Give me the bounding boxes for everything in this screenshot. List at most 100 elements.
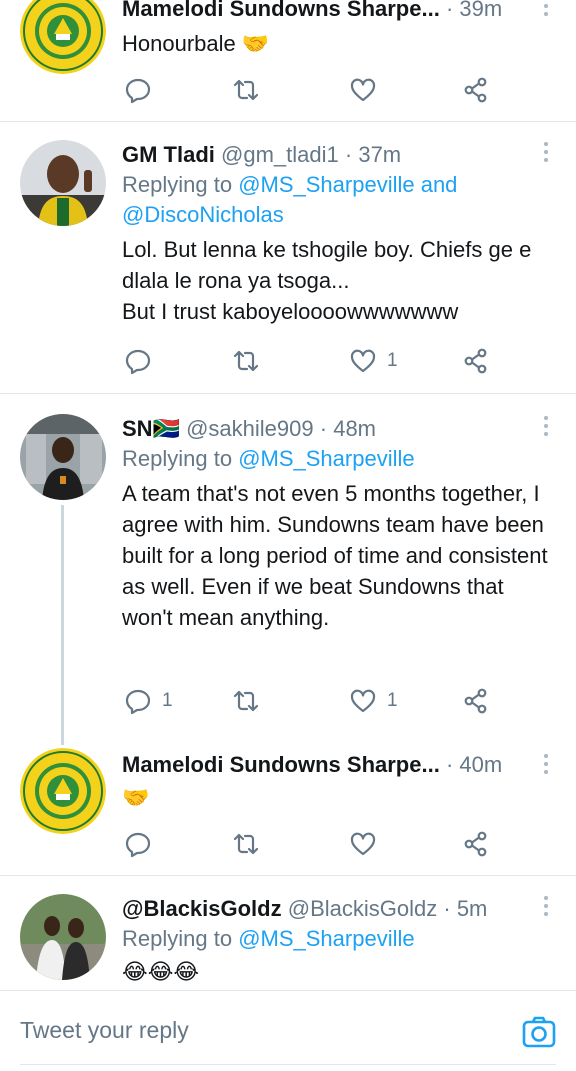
heart-icon bbox=[350, 349, 376, 373]
reply-icon bbox=[125, 349, 151, 375]
retweet-button[interactable] bbox=[232, 829, 260, 859]
timestamp[interactable]: 5m bbox=[457, 896, 488, 921]
reply-count: 1 bbox=[162, 690, 173, 711]
input-underline bbox=[20, 1064, 556, 1065]
replying-to: Replying to @MS_Sharpeville and @DiscoNi… bbox=[122, 170, 556, 230]
display-name[interactable]: Mamelodi Sundowns Sharpe... bbox=[122, 752, 440, 777]
retweet-icon bbox=[233, 690, 259, 712]
tweet-header: @BlackisGoldz @BlackisGoldz · 5m bbox=[122, 894, 556, 924]
reply-icon bbox=[125, 832, 151, 858]
replying-to: Replying to @MS_Sharpeville bbox=[122, 924, 556, 954]
reply-button[interactable] bbox=[124, 346, 162, 376]
avatar[interactable] bbox=[20, 140, 106, 226]
camera-icon[interactable] bbox=[522, 1015, 556, 1049]
tweet-text: Honourbale 🤝 bbox=[122, 31, 270, 56]
separator-dot: · bbox=[443, 896, 451, 921]
user-photo-avatar bbox=[20, 414, 106, 500]
thread-line bbox=[61, 505, 64, 745]
like-button[interactable] bbox=[349, 829, 387, 859]
mention-link[interactable]: @DiscoNicholas bbox=[122, 202, 284, 227]
sundowns-crest-icon bbox=[20, 748, 106, 834]
like-button[interactable]: 1 bbox=[349, 686, 398, 716]
heart-icon bbox=[350, 689, 376, 713]
share-button[interactable] bbox=[462, 686, 490, 716]
divider bbox=[0, 393, 576, 394]
tweet-text: Lol. But lenna ke tshogile boy. Chiefs g… bbox=[122, 237, 532, 324]
retweet-icon bbox=[233, 79, 259, 101]
share-button[interactable] bbox=[462, 75, 490, 105]
like-button[interactable]: 1 bbox=[349, 346, 398, 376]
separator-dot: · bbox=[445, 0, 454, 21]
reply-composer[interactable]: Tweet your reply bbox=[0, 990, 576, 1071]
tweet-header: Mamelodi Sundowns Sharpe... · 39m bbox=[122, 0, 556, 24]
tweet-header: SN🇿🇦 @sakhile909 · 48m bbox=[122, 414, 556, 444]
display-name[interactable]: GM Tladi bbox=[122, 142, 215, 167]
more-options-icon[interactable] bbox=[538, 896, 554, 918]
more-options-icon[interactable] bbox=[538, 754, 554, 776]
reply-input[interactable]: Tweet your reply bbox=[20, 1017, 189, 1044]
display-name[interactable]: SN🇿🇦 bbox=[122, 416, 180, 441]
mention-link[interactable]: @MS_Sharpeville and bbox=[238, 172, 457, 197]
retweet-icon bbox=[233, 833, 259, 855]
divider bbox=[0, 875, 576, 876]
tweet-actions bbox=[122, 829, 502, 859]
heart-icon bbox=[350, 832, 376, 856]
tweet-text: 😂😂😂 bbox=[122, 959, 200, 984]
share-button[interactable] bbox=[462, 346, 490, 376]
tweet-actions bbox=[122, 75, 502, 105]
avatar[interactable] bbox=[20, 414, 106, 500]
avatar[interactable] bbox=[20, 0, 106, 74]
like-button[interactable] bbox=[349, 75, 387, 105]
display-name[interactable]: Mamelodi Sundowns Sharpe... bbox=[122, 0, 440, 21]
timestamp[interactable]: 39m bbox=[459, 0, 502, 21]
share-icon bbox=[464, 831, 487, 857]
separator-dot: · bbox=[344, 142, 353, 167]
replying-prefix: Replying to bbox=[122, 172, 239, 197]
tweet-actions: 1 bbox=[122, 346, 502, 376]
tweet-header: GM Tladi @gm_tladi1 · 37m bbox=[122, 140, 556, 170]
like-count: 1 bbox=[387, 350, 398, 371]
mention-link[interactable]: @MS_Sharpeville bbox=[238, 446, 414, 471]
share-icon bbox=[464, 77, 487, 103]
share-icon bbox=[464, 688, 487, 714]
divider bbox=[0, 121, 576, 122]
replying-prefix: Replying to bbox=[122, 446, 239, 471]
display-name[interactable]: @BlackisGoldz bbox=[122, 896, 282, 921]
tweet-header: Mamelodi Sundowns Sharpe... · 40m bbox=[122, 750, 556, 780]
reply-icon bbox=[125, 689, 151, 715]
separator-dot: · bbox=[445, 752, 454, 777]
user-handle[interactable]: @gm_tladi1 bbox=[221, 142, 339, 167]
replying-prefix: Replying to bbox=[122, 926, 239, 951]
heart-icon bbox=[350, 78, 376, 102]
retweet-icon bbox=[233, 350, 259, 372]
user-photo-avatar bbox=[20, 140, 106, 226]
mention-link[interactable]: @MS_Sharpeville bbox=[238, 926, 414, 951]
timestamp[interactable]: 37m bbox=[358, 142, 401, 167]
reply-button[interactable]: 1 bbox=[124, 686, 173, 716]
timestamp[interactable]: 48m bbox=[333, 416, 376, 441]
avatar[interactable] bbox=[20, 894, 106, 980]
separator-dot: · bbox=[319, 416, 328, 441]
user-handle[interactable]: @BlackisGoldz bbox=[288, 896, 438, 921]
retweet-button[interactable] bbox=[232, 346, 260, 376]
reply-button[interactable] bbox=[124, 75, 162, 105]
reply-icon bbox=[125, 78, 151, 104]
tweet-text: A team that's not even 5 months together… bbox=[122, 481, 548, 630]
tweet-actions: 1 1 bbox=[122, 686, 502, 716]
replying-to: Replying to @MS_Sharpeville bbox=[122, 444, 556, 474]
retweet-button[interactable] bbox=[232, 75, 260, 105]
more-options-icon[interactable] bbox=[538, 416, 554, 438]
user-photo-avatar bbox=[20, 894, 106, 980]
reply-button[interactable] bbox=[124, 829, 162, 859]
like-count: 1 bbox=[387, 690, 398, 711]
share-icon bbox=[464, 348, 487, 374]
retweet-button[interactable] bbox=[232, 686, 260, 716]
timestamp[interactable]: 40m bbox=[459, 752, 502, 777]
share-button[interactable] bbox=[462, 829, 490, 859]
sundowns-crest-icon bbox=[20, 0, 106, 74]
avatar[interactable] bbox=[20, 748, 106, 834]
more-options-icon[interactable] bbox=[538, 0, 554, 18]
more-options-icon[interactable] bbox=[538, 142, 554, 164]
tweet-text: 🤝 bbox=[122, 785, 150, 810]
user-handle[interactable]: @sakhile909 bbox=[186, 416, 314, 441]
